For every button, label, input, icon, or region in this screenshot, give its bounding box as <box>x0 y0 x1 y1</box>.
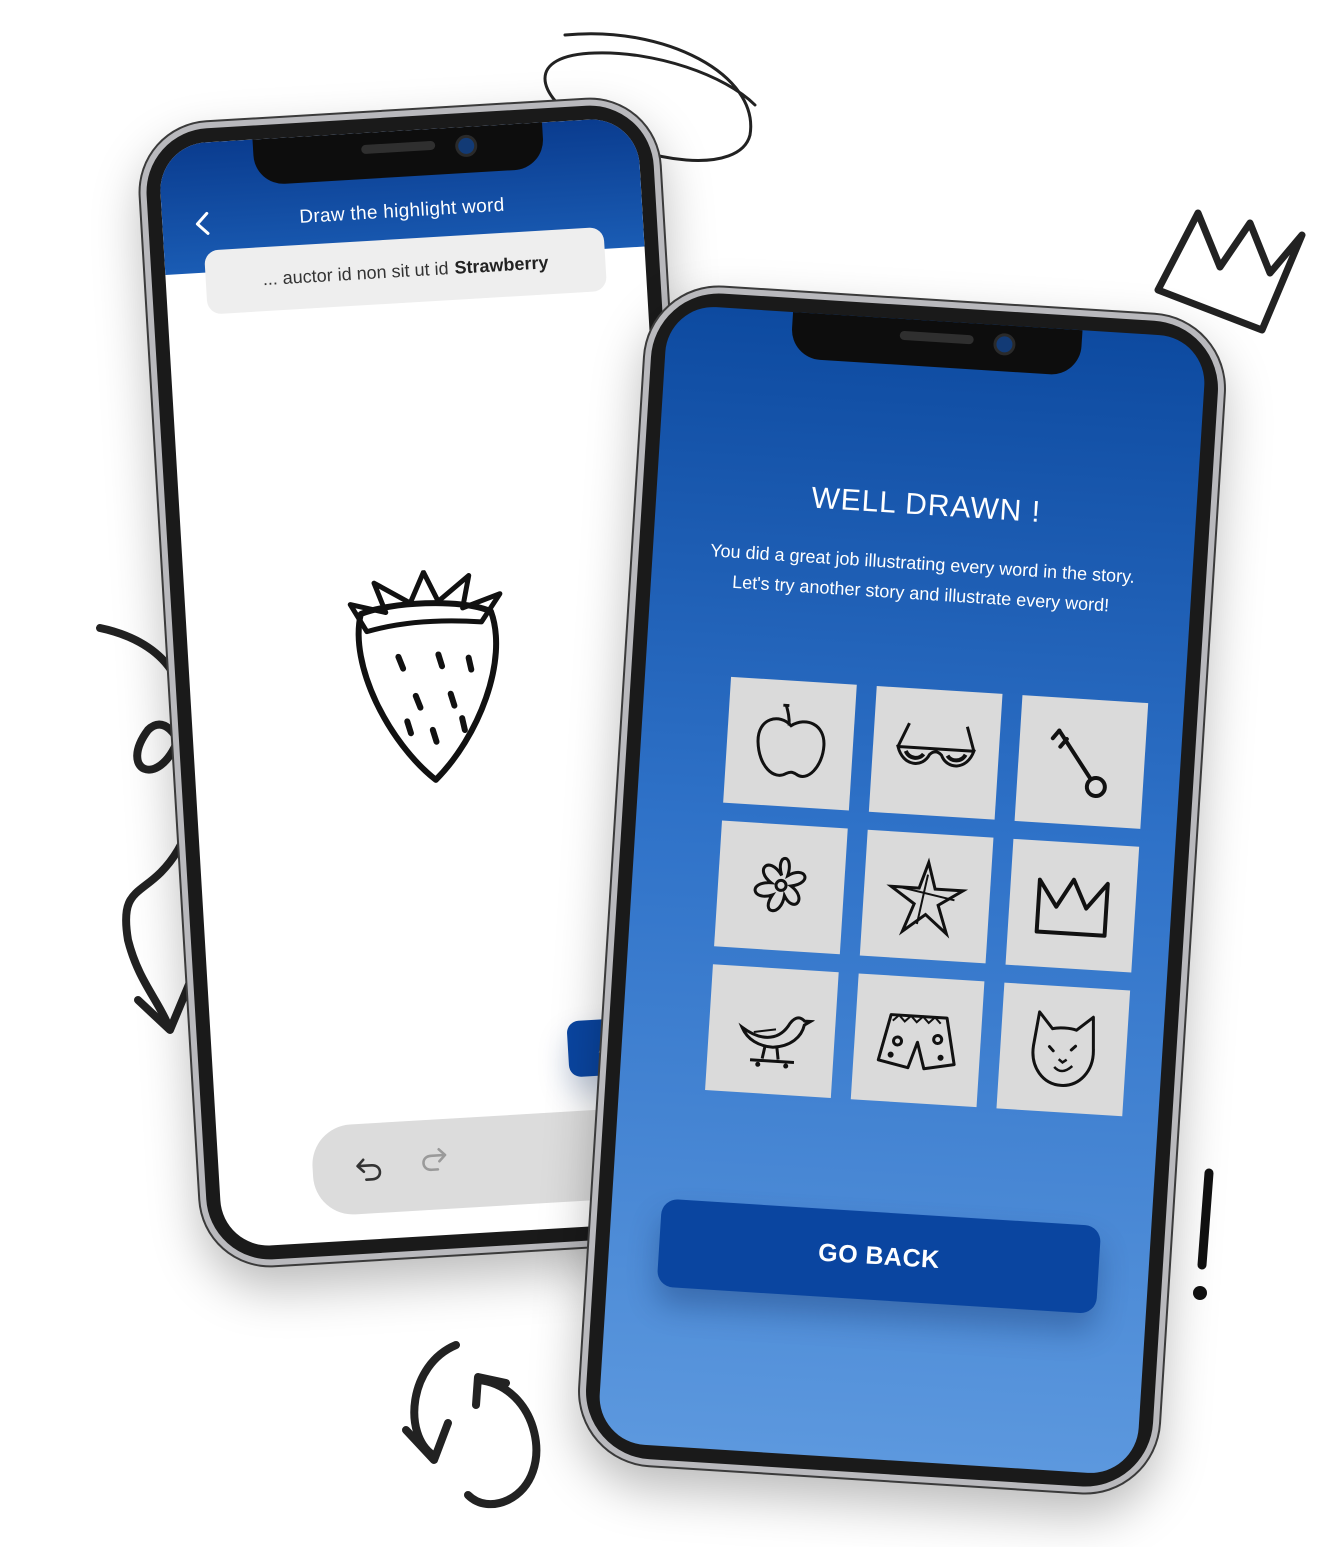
camera-icon <box>992 332 1017 357</box>
drawing-tile-cat[interactable] <box>996 982 1131 1117</box>
drawing-tile-sunglasses[interactable] <box>868 686 1003 820</box>
crown-icon <box>1034 877 1110 938</box>
shorts-icon <box>876 1013 956 1071</box>
drawing-tile-shorts[interactable] <box>850 973 985 1108</box>
highlight-word: Strawberry <box>453 251 549 278</box>
apple-icon <box>756 703 826 778</box>
phone-notch <box>790 312 1083 377</box>
result-phone: WELL DRAWN ! You did a great job illustr… <box>575 282 1229 1498</box>
bird-icon <box>738 1016 816 1069</box>
key-icon <box>1050 728 1107 798</box>
speaker-grille <box>361 140 436 155</box>
result-screen: WELL DRAWN ! You did a great job illustr… <box>596 304 1208 1476</box>
drawing-tile-star[interactable] <box>859 829 994 964</box>
sunglasses-icon <box>896 722 976 768</box>
camera-icon <box>454 134 478 158</box>
result-title: WELL DRAWN ! <box>810 481 1042 529</box>
undo-icon[interactable] <box>354 1153 384 1183</box>
drawing-tile-flower[interactable] <box>714 820 848 955</box>
go-back-button[interactable]: GO BACK <box>656 1198 1102 1315</box>
drawing-tile-bird[interactable] <box>705 964 839 1098</box>
result-description: You did a great job illustrating every w… <box>690 534 1153 623</box>
sentence-prefix: ... auctor id non sit ut id <box>262 257 450 289</box>
redo-icon[interactable] <box>419 1143 449 1173</box>
drawing-tile-crown[interactable] <box>1005 838 1140 973</box>
drawing-tile-key[interactable] <box>1014 695 1149 829</box>
exclamation-doodle <box>1193 1168 1214 1300</box>
refresh-arrows-doodle <box>402 1341 541 1509</box>
flower-icon <box>753 857 807 913</box>
strawberry-sketch <box>347 569 503 783</box>
star-icon <box>886 857 969 939</box>
drawing-tile-apple[interactable] <box>723 676 857 811</box>
cat-icon <box>1031 1010 1095 1087</box>
speaker-grille <box>899 330 974 345</box>
drawings-grid <box>705 676 1149 1117</box>
